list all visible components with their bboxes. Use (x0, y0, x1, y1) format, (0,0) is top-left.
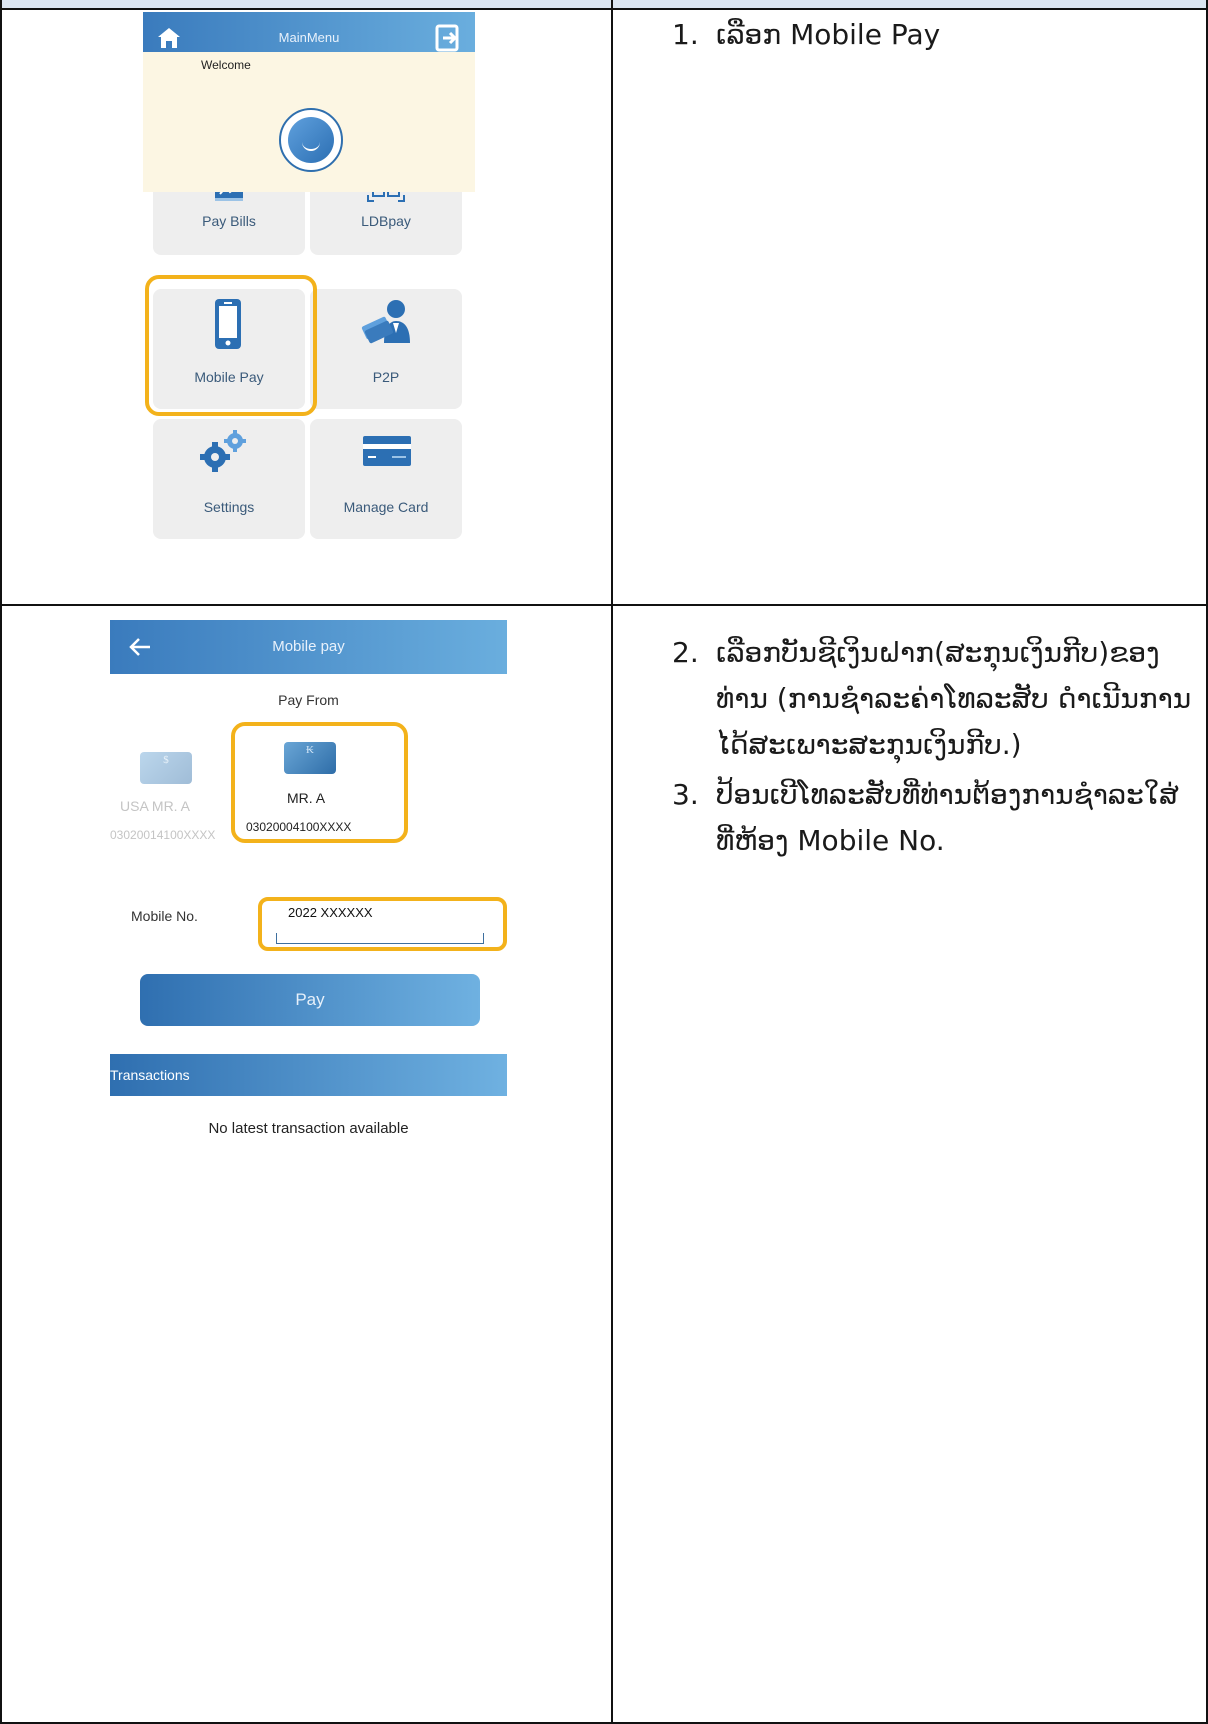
tile-settings[interactable]: Settings (153, 419, 305, 539)
credit-card-icon (363, 436, 411, 466)
table-header-band (0, 0, 1208, 10)
highlight-mobile-pay (145, 275, 317, 416)
tile-label: Manage Card (343, 499, 429, 515)
step-text: ປ້ອນເບີໂທລະສັບທີ່ທ່ານຕ້ອງການຊໍາລະໃສ່ ທີ່… (716, 778, 1179, 857)
highlight-mobile-no (258, 897, 507, 951)
mobile-pay-header: Mobile pay (110, 620, 507, 674)
table-column-divider (611, 0, 613, 1724)
tile-manage-card[interactable]: Manage Card (310, 419, 462, 539)
pay-from-label: Pay From (278, 692, 339, 708)
transactions-title: Transactions (110, 1067, 190, 1083)
instruction-step-3: 3. ປ້ອນເບີໂທລະສັບທີ່ທ່ານຕ້ອງການຊໍາລະໃສ່ … (672, 772, 1202, 872)
avatar-icon (288, 117, 334, 163)
tile-label: LDBpay (361, 213, 411, 229)
welcome-panel: Welcome (143, 52, 475, 192)
step-number: 1. (672, 18, 699, 51)
highlight-selected-account (231, 722, 408, 843)
tile-label: Settings (203, 499, 255, 515)
mobile-no-label: Mobile No. (131, 908, 198, 924)
welcome-text: Welcome (201, 58, 251, 72)
instruction-step-2: 2. ເລືອກບັນຊີເງິນຝາກ(ສະກຸນເງິນກີບ)ຂອງ ທ່… (672, 630, 1202, 770)
table-border-left (0, 0, 2, 1724)
tile-p2p[interactable]: P2P (310, 289, 462, 409)
instruction-step-1: 1. ເລືອກ Mobile Pay (672, 12, 1192, 72)
logout-icon[interactable] (435, 24, 461, 52)
step-number: 2. (672, 636, 699, 669)
step-number: 3. (672, 778, 699, 811)
person-transfer-icon (361, 300, 410, 344)
avatar[interactable] (279, 108, 343, 172)
tile-label: P2P (372, 369, 400, 385)
pay-button[interactable]: Pay (140, 974, 480, 1026)
step-text: ເລືອກບັນຊີເງິນຝາກ(ສະກຸນເງິນກີບ)ຂອງ ທ່ານ … (716, 636, 1192, 761)
account-name: USA MR. A (120, 798, 191, 814)
gears-icon (200, 430, 246, 472)
tile-label: Pay Bills (202, 213, 256, 229)
step-text: ເລືອກ Mobile Pay (716, 18, 941, 51)
account-number: 03020014100XXXX (110, 828, 216, 842)
mobile-pay-title: Mobile pay (272, 638, 345, 655)
transactions-bar: Transactions (110, 1054, 507, 1096)
transactions-empty-message: No latest transaction available (208, 1120, 409, 1137)
table-row-divider (0, 604, 1208, 606)
bank-card-icon: $ (140, 752, 192, 784)
